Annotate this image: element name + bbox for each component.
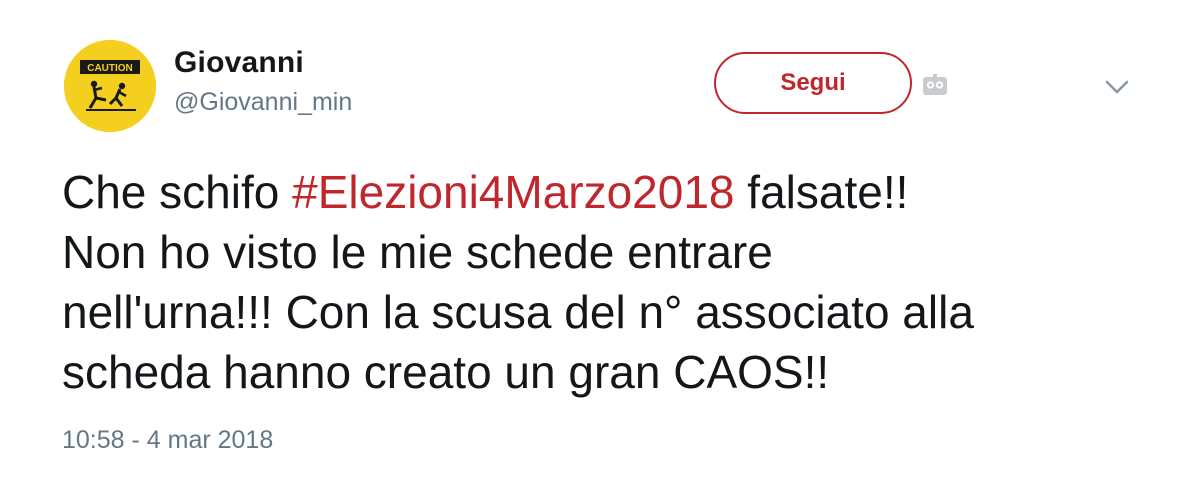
tweet-line-2: Non ho visto le mie schede entrare: [62, 226, 773, 278]
bot-icon: [923, 74, 947, 95]
chevron-down-icon[interactable]: [1104, 78, 1130, 96]
display-name[interactable]: Giovanni: [174, 46, 304, 80]
tweet-line-4: scheda hanno creato un gran CAOS!!: [62, 346, 830, 398]
tweet-timestamp[interactable]: 10:58 - 4 mar 2018: [62, 426, 273, 455]
tweet-card: CAUTION Giovanni @Giovanni_min Segui Che…: [0, 0, 1200, 480]
user-handle[interactable]: @Giovanni_min: [174, 88, 352, 117]
follow-button[interactable]: Segui: [714, 52, 912, 114]
tweet-text-segment: Che schifo: [62, 166, 293, 218]
tweet-line-1: Che schifo #Elezioni4Marzo2018 falsate!!: [62, 162, 1172, 222]
avatar-caution-text: CAUTION: [87, 63, 133, 74]
tweet-text: Che schifo #Elezioni4Marzo2018 falsate!!…: [62, 162, 1172, 402]
caution-sign-icon: CAUTION: [64, 40, 156, 132]
hashtag-link[interactable]: #Elezioni4Marzo2018: [292, 166, 734, 218]
tweet-text-segment: falsate!!: [734, 166, 909, 218]
tweet-line-3: nell'urna!!! Con la scusa del n° associa…: [62, 286, 974, 338]
avatar[interactable]: CAUTION: [64, 40, 156, 132]
